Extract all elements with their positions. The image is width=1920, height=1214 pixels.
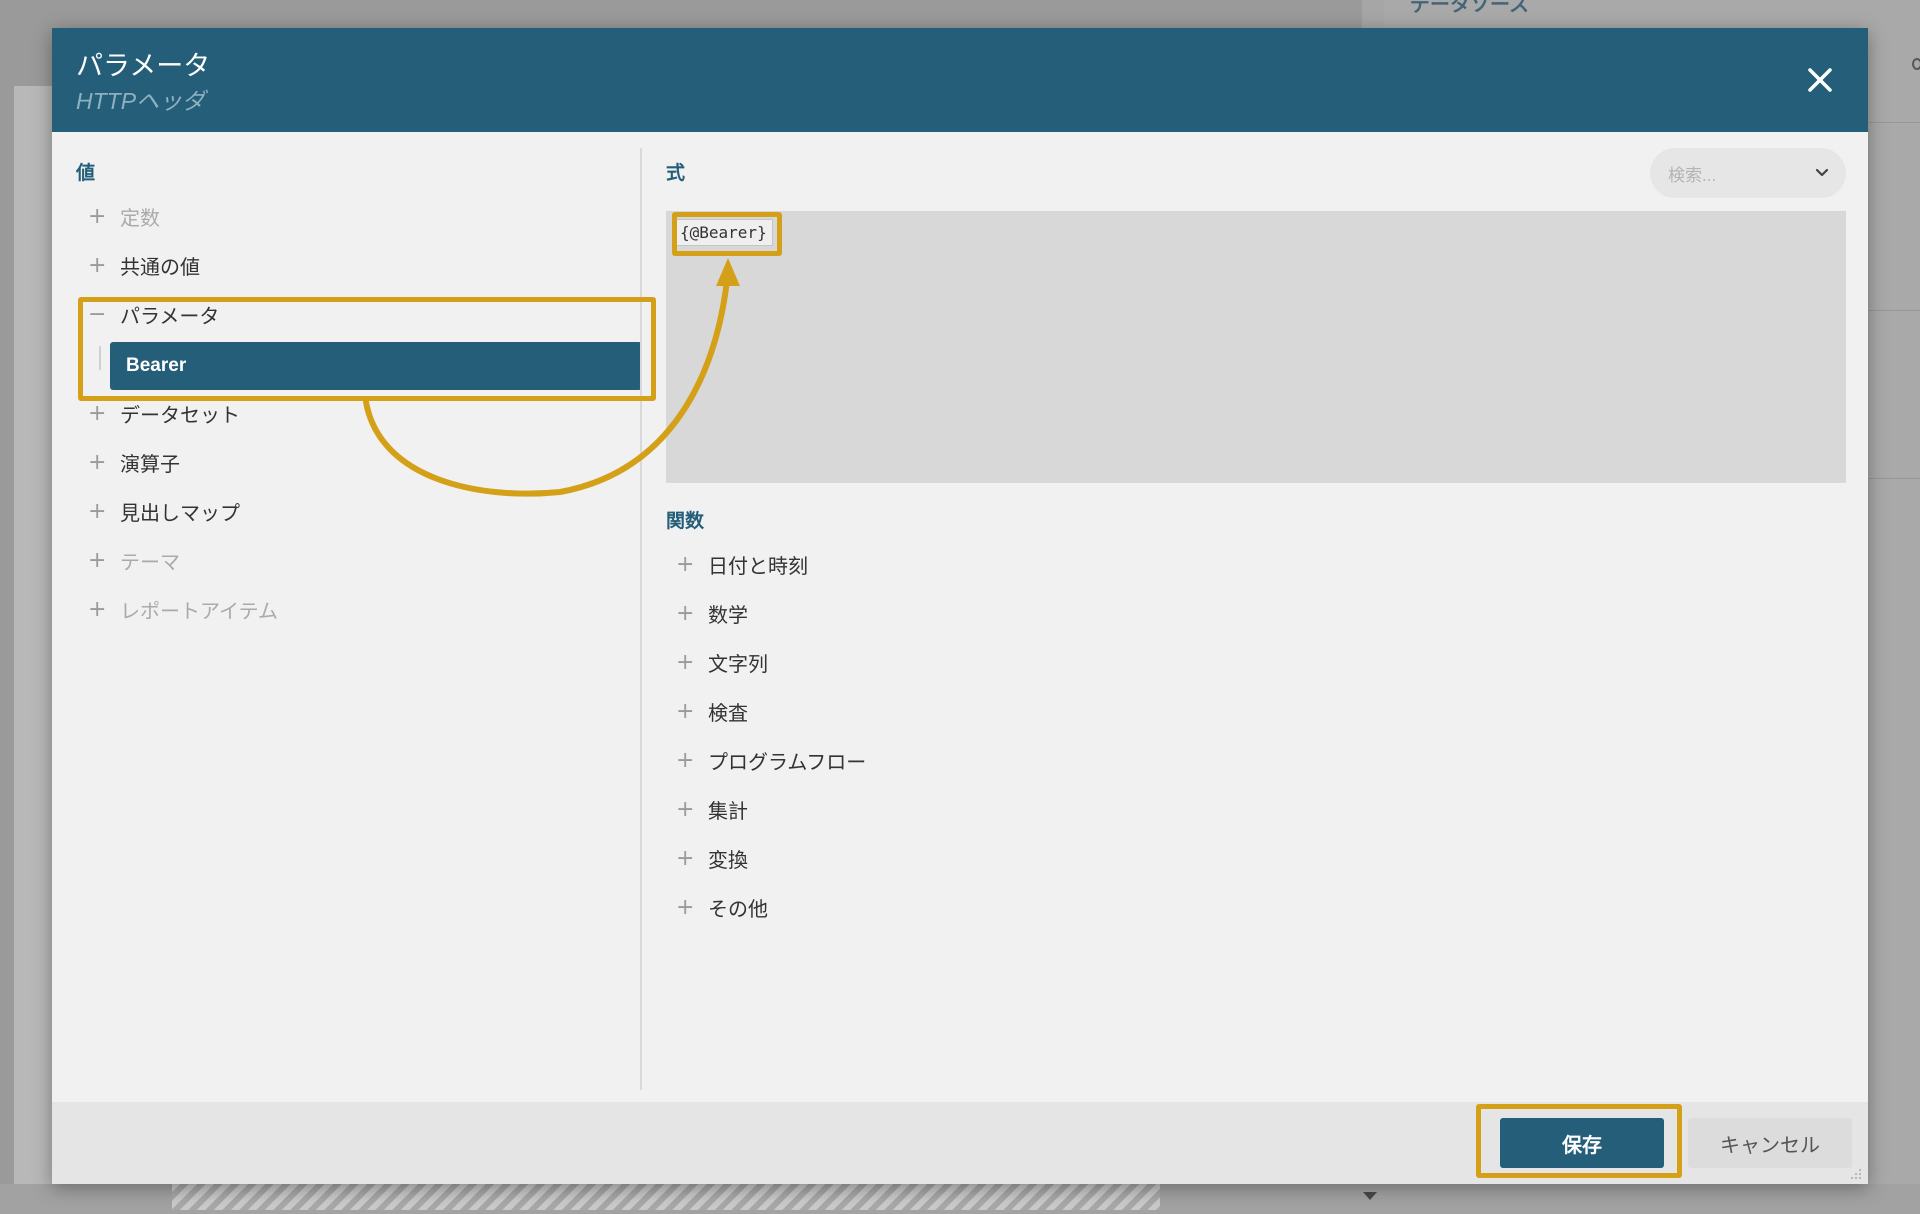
expand-icon[interactable]: + <box>676 650 708 675</box>
function-category-aggregate[interactable]: + 集計 <box>676 793 748 825</box>
function-category-label: 検査 <box>708 702 748 725</box>
cancel-button[interactable]: キャンセル <box>1688 1118 1852 1168</box>
tree-item-parameters[interactable]: − パラメータ <box>88 298 219 330</box>
tree-item-label: レポートアイテム <box>120 600 278 623</box>
expression-editor[interactable] <box>666 211 1846 483</box>
close-button[interactable] <box>1798 58 1842 102</box>
function-category-inspection[interactable]: + 検査 <box>676 695 748 727</box>
function-category-program-flow[interactable]: + プログラムフロー <box>676 744 866 776</box>
expand-icon[interactable]: + <box>676 552 708 577</box>
function-category-label: プログラムフロー <box>708 751 867 774</box>
values-label: 値 <box>76 163 96 184</box>
expand-icon[interactable]: + <box>88 597 120 622</box>
pane-divider <box>640 148 642 1090</box>
function-category-string[interactable]: + 文字列 <box>676 646 768 678</box>
tree-item-label: テーマ <box>120 551 180 574</box>
expand-icon[interactable]: + <box>88 401 120 426</box>
tree-item-label: 演算子 <box>120 453 180 476</box>
tree-item-operators[interactable]: + 演算子 <box>88 446 180 478</box>
expand-icon[interactable]: + <box>88 548 120 573</box>
close-icon <box>1808 68 1832 92</box>
tree-item-common-values[interactable]: + 共通の値 <box>88 249 200 281</box>
search-placeholder: 検索... <box>1668 165 1717 185</box>
background-caret-down-icon[interactable] <box>1363 1192 1377 1200</box>
dialog-header: パラメータ HTTPヘッダ <box>52 28 1868 132</box>
function-category-conversion[interactable]: + 変換 <box>676 842 748 874</box>
function-category-label: 変換 <box>708 849 748 872</box>
expand-icon[interactable]: + <box>88 204 120 229</box>
tree-item-bearer-selected[interactable]: Bearer <box>110 342 642 390</box>
expression-label: 式 <box>666 163 686 184</box>
tree-item-label: パラメータ <box>120 305 220 328</box>
background-edge-icon <box>1912 58 1920 70</box>
tree-item-heading-maps[interactable]: + 見出しマップ <box>88 495 240 527</box>
expand-icon[interactable]: + <box>676 895 708 920</box>
tree-item-report-items[interactable]: + レポートアイテム <box>88 593 278 625</box>
expression-token[interactable]: {@Bearer} <box>674 219 773 246</box>
function-category-datetime[interactable]: + 日付と時刻 <box>676 548 808 580</box>
expression-editor-dialog: パラメータ HTTPヘッダ 値 + 定数 + 共通の値 − パラメータ Bear… <box>52 28 1868 1184</box>
tree-item-label: 見出しマップ <box>120 502 240 525</box>
expand-icon[interactable]: + <box>676 699 708 724</box>
tree-item-label: 共通の値 <box>120 256 200 279</box>
function-search-select[interactable]: 検索... <box>1650 148 1846 198</box>
function-category-other[interactable]: + その他 <box>676 891 768 923</box>
expand-icon[interactable]: + <box>676 601 708 626</box>
function-category-label: その他 <box>708 898 768 921</box>
expand-icon[interactable]: + <box>88 253 120 278</box>
tree-item-themes[interactable]: + テーマ <box>88 544 180 576</box>
expand-icon[interactable]: + <box>676 748 708 773</box>
save-button[interactable]: 保存 <box>1500 1118 1664 1168</box>
expand-icon[interactable]: + <box>88 450 120 475</box>
background-panel-heading: データソース <box>1410 0 1529 16</box>
tree-item-datasets[interactable]: + データセット <box>88 397 240 429</box>
function-category-label: 日付と時刻 <box>708 555 808 578</box>
tree-item-label: 定数 <box>120 207 160 230</box>
tree-connector-line <box>99 346 101 370</box>
expand-icon[interactable]: + <box>88 499 120 524</box>
function-category-math[interactable]: + 数学 <box>676 597 748 629</box>
background-hatched-area <box>172 1184 1160 1210</box>
function-category-label: 文字列 <box>708 653 768 676</box>
expand-icon[interactable]: + <box>676 846 708 871</box>
dialog-subtitle: HTTPヘッダ <box>76 88 206 114</box>
function-category-label: 集計 <box>708 800 748 823</box>
resize-grip-icon[interactable] <box>1848 1166 1862 1180</box>
function-category-label: 数学 <box>708 604 748 627</box>
tree-item-constants[interactable]: + 定数 <box>88 200 160 232</box>
chevron-down-icon <box>1815 168 1829 177</box>
collapse-icon[interactable]: − <box>88 302 120 327</box>
expand-icon[interactable]: + <box>676 797 708 822</box>
dialog-title: パラメータ <box>76 51 211 81</box>
tree-item-label: データセット <box>120 404 240 427</box>
functions-label: 関数 <box>666 511 705 532</box>
